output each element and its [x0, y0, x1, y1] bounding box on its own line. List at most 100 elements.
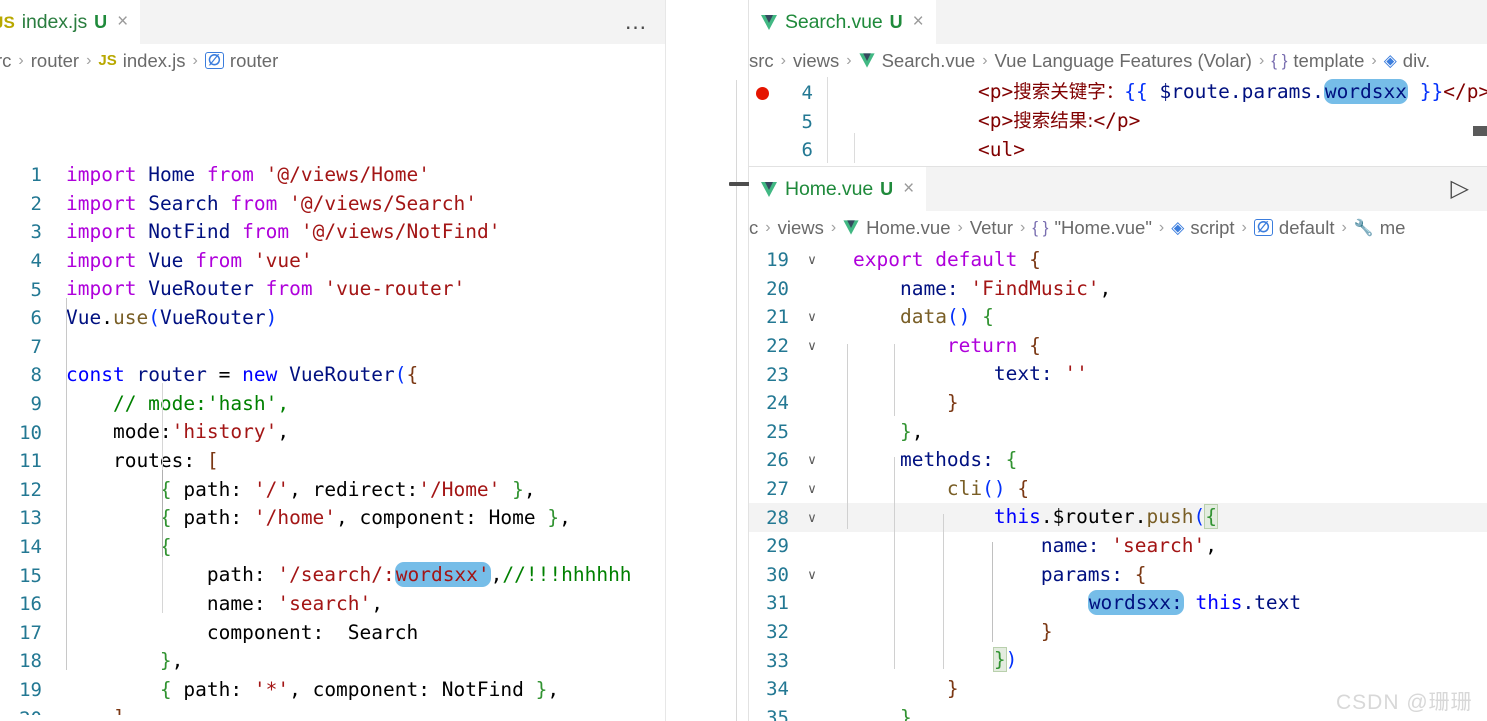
breadcrumb-seg-objname[interactable]: "Home.vue"	[1054, 217, 1151, 239]
code-line[interactable]: 17 component: Search	[0, 619, 666, 648]
fold-chevron-icon[interactable]: ∨	[799, 309, 825, 325]
breadcrumb-seg-file[interactable]: Search.vue	[882, 50, 976, 72]
breadcrumb-seg-div[interactable]: div.	[1403, 50, 1430, 72]
breadcrumb-seg-views[interactable]: views	[778, 217, 824, 239]
code-line[interactable]: 1 import Home from '@/views/Home'	[0, 161, 666, 190]
close-icon[interactable]: ×	[913, 11, 924, 33]
token: .	[101, 305, 113, 329]
code-line[interactable]: 13 { path: '/home', component: Home },	[0, 504, 666, 533]
token: }	[159, 649, 172, 673]
code-line[interactable]: 29 name: 'search',	[749, 532, 1487, 561]
token: 'search'	[1111, 533, 1206, 557]
token: '/home'	[253, 506, 337, 530]
code-line[interactable]: 2 import Search from '@/views/Search'	[0, 190, 666, 219]
group-splitter[interactable]	[665, 0, 666, 721]
token: VueRouter	[148, 277, 254, 301]
code-line[interactable]: 19 { path: '*', component: NotFind },	[0, 676, 666, 705]
code-line[interactable]: 26 ∨ methods: {	[749, 446, 1487, 475]
code-line[interactable]: 7	[0, 333, 666, 362]
code-line[interactable]: 24 }	[749, 389, 1487, 418]
close-icon[interactable]: ×	[903, 178, 914, 200]
code-line[interactable]: 5 <p>搜索结果:</p>	[749, 108, 1487, 137]
code-editor-left[interactable]: 1 import Home from '@/views/Home' 2 import …	[0, 77, 666, 715]
code-editor-search[interactable]: 4 <p>搜索关键字：{{ $route.params.wordsxx }}</…	[749, 77, 1487, 167]
splitter-handle[interactable]	[729, 182, 751, 186]
tab-search-vue[interactable]: Search.vue U ×	[749, 0, 937, 44]
code-line[interactable]: 4 <p>搜索关键字：{{ $route.params.wordsxx }}</…	[749, 79, 1487, 108]
code-line[interactable]: 16 name: 'search',	[0, 590, 666, 619]
code-line[interactable]: 12 { path: '/', redirect:'/Home' },	[0, 476, 666, 505]
code-line[interactable]: 11 routes: [	[0, 447, 666, 476]
code-line[interactable]: 3 import NotFind from '@/views/NotFind'	[0, 218, 666, 247]
code-line[interactable]: 14 {	[0, 533, 666, 562]
close-icon[interactable]: ×	[117, 11, 128, 33]
code-line[interactable]: 25 },	[749, 418, 1487, 447]
code-line[interactable]: 6 <ul>	[749, 136, 1487, 165]
code-line[interactable]: 32 }	[749, 618, 1487, 647]
code-line[interactable]: 33 })	[749, 646, 1487, 675]
code-text: name: 'FindMusic',	[825, 275, 1111, 304]
breadcrumb-sep: ›	[1371, 51, 1377, 69]
code-line[interactable]: 6 Vue.use(VueRouter)	[0, 304, 666, 333]
code-editor-home[interactable]: 19 ∨ export default {20 name: 'FindMusic',…	[749, 244, 1487, 721]
code-line[interactable]: 10 mode:'history',	[0, 418, 666, 447]
code-line[interactable]: 8 const router = new VueRouter({	[0, 361, 666, 390]
token: )	[265, 305, 278, 329]
breadcrumb-seg-default[interactable]: default	[1279, 217, 1335, 239]
code-line[interactable]: 27 ∨ cli() {	[749, 475, 1487, 504]
indent-guide	[894, 457, 895, 669]
line-number: 7	[30, 335, 42, 358]
fold-chevron-icon[interactable]: ∨	[799, 252, 825, 268]
breadcrumb-seg-src[interactable]: c	[749, 217, 758, 239]
breadcrumb-seg-symbol[interactable]: router	[230, 50, 278, 72]
code-line[interactable]: 19 ∨ export default {	[749, 246, 1487, 275]
breadcrumb-seg-file[interactable]: index.js	[123, 50, 186, 72]
breadcrumb-seg-template[interactable]: template	[1293, 50, 1364, 72]
more-actions-icon[interactable]: …	[624, 10, 648, 33]
fold-chevron-icon[interactable]: ∨	[799, 338, 825, 354]
code-line[interactable]: 9 // mode:'hash',	[0, 390, 666, 419]
fold-chevron-icon[interactable]: ∨	[799, 481, 825, 497]
fold-chevron-icon[interactable]: ∨	[799, 510, 825, 526]
code-line[interactable]: 20 ]	[0, 704, 666, 715]
code-line[interactable]: 20 name: 'FindMusic',	[749, 275, 1487, 304]
code-line[interactable]: 15 path: '/search/:wordsxx',//!!!hhhhhh	[0, 561, 666, 590]
breadcrumb-seg-root[interactable]: rc	[0, 50, 11, 72]
code-line[interactable]: 22 ∨ return {	[749, 332, 1487, 361]
breadcrumb-seg-file[interactable]: Home.vue	[866, 217, 950, 239]
token: {	[1029, 333, 1041, 357]
code-text: // mode:'hash',	[52, 390, 289, 419]
token: wordsxx'	[394, 562, 491, 588]
code-line[interactable]: 30 ∨ params: {	[749, 561, 1487, 590]
fold-chevron-icon[interactable]: ∨	[799, 567, 825, 583]
token: import	[66, 277, 137, 301]
breadcrumb-seg-src[interactable]: src	[749, 50, 774, 72]
breadcrumb-seg-volar[interactable]: Vue Language Features (Volar)	[995, 50, 1252, 72]
fold-chevron-icon[interactable]: ∨	[799, 452, 825, 468]
code-line[interactable]: 18 },	[0, 647, 666, 676]
code-line[interactable]: 23 text: ''	[749, 360, 1487, 389]
token: Search	[148, 191, 219, 215]
breadcrumb-seg-router[interactable]: router	[31, 50, 79, 72]
code-line[interactable]: 5 import VueRouter from 'vue-router'	[0, 275, 666, 304]
breakpoint-marker[interactable]	[749, 86, 775, 100]
breadcrumb-seg-script[interactable]: script	[1190, 217, 1234, 239]
code-line[interactable]: 21 ∨ data() {	[749, 303, 1487, 332]
code-line[interactable]: 4 import Vue from 'vue'	[0, 247, 666, 276]
scrollbar-search[interactable]	[1473, 82, 1487, 96]
code-line[interactable]: 31 wordsxx: this.text	[749, 589, 1487, 618]
run-play-icon[interactable]: ▷	[1451, 177, 1469, 201]
line-number: 30	[766, 563, 789, 586]
scrollbar-thumb[interactable]	[1473, 126, 1487, 136]
tab-home-vue[interactable]: Home.vue U ×	[749, 167, 928, 211]
breadcrumb-seg-vetur[interactable]: Vetur	[970, 217, 1013, 239]
code-line[interactable]: 28 ∨ this.$router.push({	[749, 503, 1487, 532]
tab-index-js[interactable]: JS index.js U ×	[0, 0, 142, 44]
breadcrumb-seg-views[interactable]: views	[793, 50, 839, 72]
breadcrumb-seg-methods[interactable]: me	[1380, 217, 1406, 239]
